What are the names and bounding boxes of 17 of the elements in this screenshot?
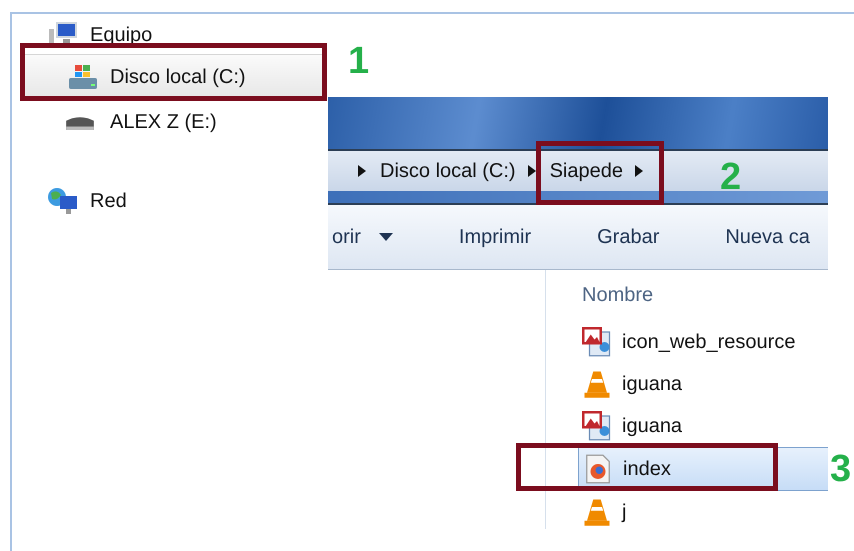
callout-number: 2 [720, 158, 742, 196]
column-header[interactable]: Nombre [582, 270, 828, 321]
breadcrumb-item[interactable]: Siapede [550, 160, 623, 182]
toolbar-button[interactable]: Imprimir [458, 226, 532, 248]
file-row[interactable]: icon_web_resource [582, 321, 828, 363]
callout-number: 1 [348, 42, 370, 80]
file-row[interactable]: j [582, 491, 828, 529]
toolbar-button[interactable]: orir [332, 226, 393, 248]
file-row[interactable]: iguana [582, 405, 828, 447]
breadcrumb-item[interactable]: Disco local (C:) [380, 160, 516, 182]
toolbar-button[interactable]: Nueva ca [725, 226, 810, 248]
file-row[interactable]: iguana [582, 363, 828, 405]
callout-number: 3 [830, 450, 852, 488]
toolbar-button[interactable]: Grabar [597, 226, 660, 248]
nav-item[interactable]: ALEX Z (E:) [12, 100, 328, 144]
nav-item[interactable]: Red [12, 182, 328, 220]
nav-item[interactable]: Equipo [12, 16, 328, 54]
